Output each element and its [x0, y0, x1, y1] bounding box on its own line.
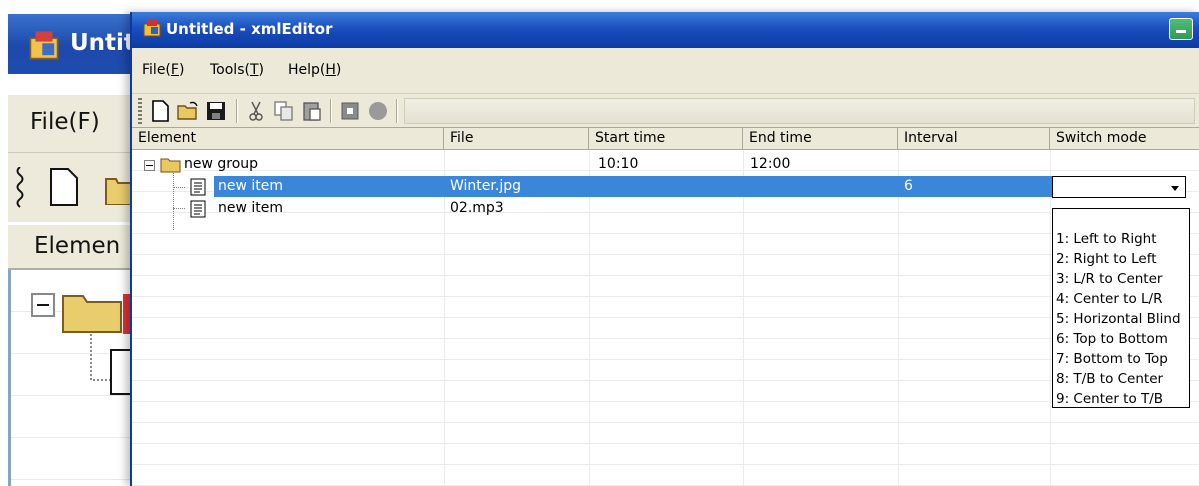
switch-mode-select[interactable] [1052, 176, 1186, 198]
row-element: new item [218, 178, 284, 194]
record-icon[interactable] [366, 99, 390, 123]
switch-option[interactable]: 5: Horizontal Blind [1053, 309, 1189, 329]
selection-highlight [214, 176, 1052, 197]
background-column-element: Elemen [34, 233, 121, 259]
table-row[interactable]: new item 02.mp3 [132, 198, 1199, 219]
element-grid: Element File Start time End time Interva… [132, 128, 1199, 486]
row-interval: 6 [904, 178, 913, 194]
toolbar-grip-icon[interactable] [138, 98, 142, 124]
menubar: File(F) Tools(T) Help(H) [132, 48, 1199, 94]
toolbar-separator [236, 99, 238, 123]
titlebar[interactable]: Untitled - xmlEditor [132, 12, 1199, 48]
row-start-time: 10:10 [598, 156, 639, 172]
row-file: Winter.jpg [450, 178, 521, 194]
switch-option[interactable]: 9: Center to T/B [1053, 389, 1189, 409]
document-icon [190, 200, 206, 218]
new-file-icon[interactable] [148, 99, 172, 123]
switch-mode-options: 1: Left to Right 2: Right to Left 3: L/R… [1052, 208, 1190, 408]
app-icon [143, 20, 161, 37]
open-folder-icon[interactable] [176, 99, 200, 123]
table-row[interactable]: new item Winter.jpg 6 [132, 176, 1199, 197]
minimize-icon [1176, 30, 1186, 33]
column-interval[interactable]: Interval [898, 128, 1050, 150]
switch-option[interactable]: 7: Bottom to Top [1053, 349, 1189, 369]
switch-option[interactable]: 4: Center to L/R [1053, 289, 1189, 309]
table-row[interactable]: new group 10:10 12:00 [132, 154, 1199, 175]
collapse-icon[interactable] [144, 160, 155, 171]
column-end-time[interactable]: End time [743, 128, 898, 150]
app-icon [29, 31, 59, 60]
row-element: new item [218, 200, 284, 216]
toolbar-separator [330, 99, 332, 123]
switch-option[interactable]: 3: L/R to Center [1053, 269, 1189, 289]
switch-option[interactable]: 6: Top to Bottom [1053, 329, 1189, 349]
document-icon [190, 178, 206, 196]
folder-icon [160, 158, 181, 173]
main-window: Untitled - xmlEditor File(F) Tools(T) He… [130, 12, 1199, 486]
minimize-button[interactable] [1169, 18, 1193, 40]
chevron-down-icon[interactable] [1166, 178, 1184, 196]
new-file-icon [50, 168, 78, 206]
row-end-time: 12:00 [750, 156, 791, 172]
switch-option[interactable]: 1: Left to Right [1053, 229, 1189, 249]
window-title: Untitled - xmlEditor [166, 20, 333, 38]
column-switch-mode[interactable]: Switch mode [1050, 128, 1199, 150]
menu-help[interactable]: Help(H) [288, 62, 341, 78]
save-icon[interactable] [204, 99, 228, 123]
column-start-time[interactable]: Start time [589, 128, 743, 150]
column-file[interactable]: File [444, 128, 589, 150]
toolbar [132, 94, 1199, 128]
switch-option[interactable]: 2: Right to Left [1053, 249, 1189, 269]
stop-icon[interactable] [338, 99, 362, 123]
background-title: Untit [70, 30, 135, 56]
menu-file[interactable]: File(F) [142, 62, 184, 78]
column-element[interactable]: Element [132, 128, 444, 150]
cut-icon[interactable] [244, 99, 268, 123]
toolbar-separator [396, 99, 398, 123]
paste-icon[interactable] [300, 99, 324, 123]
menu-tools[interactable]: Tools(T) [210, 62, 264, 78]
row-element: new group [184, 156, 259, 172]
switch-option[interactable]: 8: T/B to Center [1053, 369, 1189, 389]
column-header: Element File Start time End time Interva… [132, 128, 1199, 150]
row-file: 02.mp3 [450, 200, 504, 216]
background-menu-file: File(F) [30, 109, 100, 135]
copy-icon[interactable] [272, 99, 296, 123]
toolbar-grip-icon [16, 167, 24, 208]
toolbar-empty-band [404, 98, 1195, 124]
